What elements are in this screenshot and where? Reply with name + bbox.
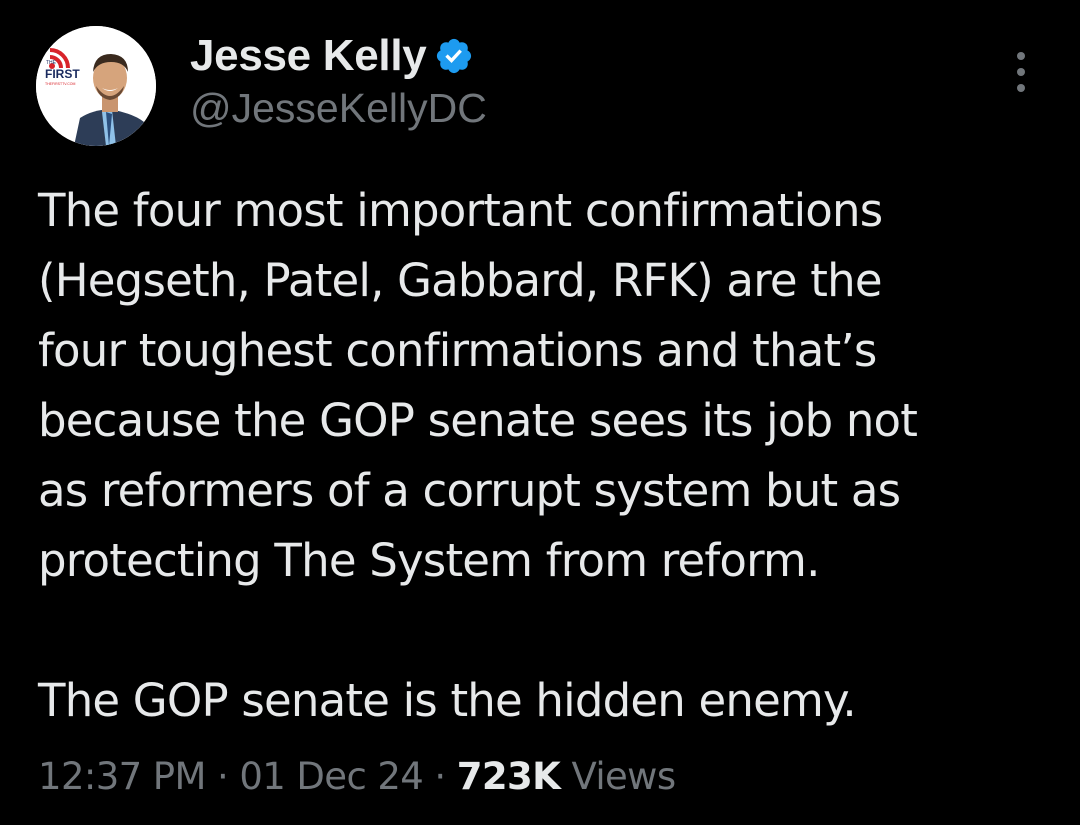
verified-badge-icon	[437, 38, 472, 74]
paragraph-break	[38, 596, 1058, 666]
author-display-name[interactable]: Jesse Kelly	[190, 30, 427, 82]
avatar-image: THE FIRST THEFIRSTTV.COM	[36, 26, 156, 146]
tweet-meta: 12:37 PM · 01 Dec 24 · 723K Views	[38, 752, 676, 802]
views-label: Views	[571, 755, 676, 798]
more-dot	[1017, 68, 1025, 76]
tweet-line: The four most important confirmations	[38, 184, 883, 237]
author-name-row[interactable]: Jesse Kelly	[190, 30, 474, 82]
author-handle[interactable]: @JesseKellyDC	[190, 84, 487, 132]
meta-separator: ·	[217, 755, 229, 798]
logo-text: FIRST	[45, 67, 80, 81]
tweet-line: as reformers of a corrupt system but as	[38, 464, 901, 517]
avatar[interactable]: THE FIRST THEFIRSTTV.COM	[36, 26, 156, 146]
tweet-line: because the GOP senate sees its job not	[38, 394, 918, 447]
more-dot	[1017, 52, 1025, 60]
views-count[interactable]: 723K	[457, 755, 561, 798]
tweet-time[interactable]: 12:37 PM	[38, 755, 206, 798]
tweet-line: (Hegseth, Patel, Gabbard, RFK) are the	[38, 254, 883, 307]
more-options-icon[interactable]	[1010, 52, 1032, 92]
logo-sub-text: THEFIRSTTV.COM	[45, 82, 75, 86]
tweet-date[interactable]: 01 Dec 24	[239, 755, 423, 798]
tweet-line: four toughest confirmations and that’s	[38, 324, 877, 377]
more-dot	[1017, 84, 1025, 92]
tweet-closing-line: The GOP senate is the hidden enemy.	[38, 674, 857, 727]
tweet-line: protecting The System from reform.	[38, 534, 820, 587]
tweet-text: The four most important confirmations (H…	[38, 176, 1058, 736]
meta-separator: ·	[434, 755, 446, 798]
logo-small-text: THE	[46, 60, 57, 66]
